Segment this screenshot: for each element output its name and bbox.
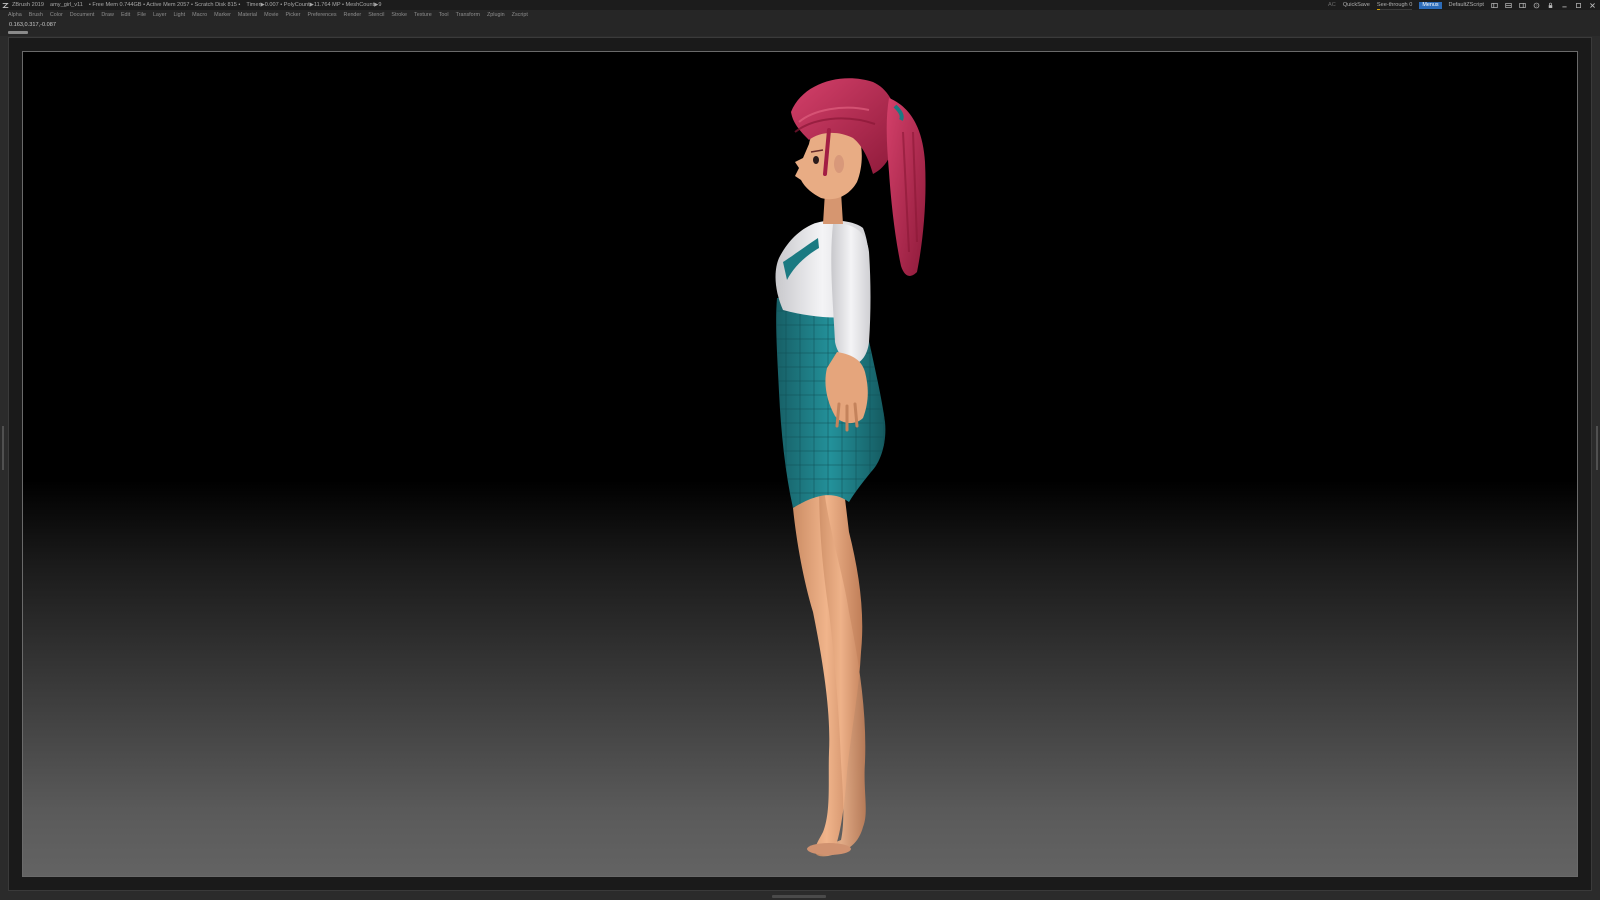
menus-toggle-button[interactable]: Menus bbox=[1419, 1, 1442, 9]
menu-item-draw[interactable]: Draw bbox=[101, 12, 114, 18]
menu-item-material[interactable]: Material bbox=[238, 12, 257, 18]
see-through-label: See-through bbox=[1376, 1, 1408, 8]
menu-item-stencil[interactable]: Stencil bbox=[368, 12, 384, 18]
info-bar: 0.163,0.317,-0.087 bbox=[0, 20, 1600, 36]
svg-text:?: ? bbox=[1536, 3, 1538, 7]
layout-icon[interactable] bbox=[1505, 2, 1512, 9]
menu-item-zplugin[interactable]: Zplugin bbox=[487, 12, 505, 18]
titlebar-right-group: AC QuickSave See-through 0 Menus Default… bbox=[1328, 0, 1596, 10]
character-model[interactable] bbox=[23, 52, 1578, 877]
menu-item-zscript[interactable]: Zscript bbox=[512, 12, 528, 18]
app-name: ZBrush 2019 bbox=[12, 2, 45, 8]
bottom-edge-handle[interactable] bbox=[772, 895, 826, 898]
menu-item-file[interactable]: File bbox=[137, 12, 146, 18]
zbrush-logo-icon bbox=[2, 2, 9, 8]
menu-item-render[interactable]: Render bbox=[344, 12, 362, 18]
memory-stats: • Free Mem 0.744GB • Active Mem 2057 • S… bbox=[88, 2, 241, 8]
menu-item-layer[interactable]: Layer bbox=[153, 12, 167, 18]
close-icon[interactable] bbox=[1589, 2, 1596, 9]
menu-item-light[interactable]: Light bbox=[173, 12, 185, 18]
layout-icon[interactable] bbox=[1491, 2, 1498, 9]
ac-button[interactable]: AC bbox=[1328, 2, 1336, 8]
menu-item-edit[interactable]: Edit bbox=[121, 12, 130, 18]
menu-item-stroke[interactable]: Stroke bbox=[391, 12, 407, 18]
right-edge-handle[interactable] bbox=[1596, 426, 1598, 470]
menu-item-tool[interactable]: Tool bbox=[439, 12, 449, 18]
default-zscript-button[interactable]: DefaultZScript bbox=[1449, 2, 1484, 8]
menu-item-marker[interactable]: Marker bbox=[214, 12, 231, 18]
file-name: amy_girl_v11 bbox=[50, 2, 83, 8]
lock-icon[interactable] bbox=[1547, 2, 1554, 9]
menu-item-document[interactable]: Document bbox=[70, 12, 95, 18]
main-menu-bar: Alpha Brush Color Document Draw Edit File Layer… bbox=[0, 10, 1600, 20]
quicksave-button[interactable]: QuickSave bbox=[1343, 2, 1370, 8]
see-through-slider[interactable]: See-through 0 bbox=[1376, 1, 1413, 10]
menu-item-alpha[interactable]: Alpha bbox=[8, 12, 22, 18]
menu-item-color[interactable]: Color bbox=[50, 12, 63, 18]
layout-icon[interactable] bbox=[1519, 2, 1526, 9]
menu-item-texture[interactable]: Texture bbox=[414, 12, 432, 18]
menu-item-brush[interactable]: Brush bbox=[29, 12, 43, 18]
maximize-icon[interactable] bbox=[1575, 2, 1582, 9]
document-canvas[interactable] bbox=[22, 51, 1578, 877]
left-edge-handle[interactable] bbox=[2, 426, 4, 470]
viewport-frame bbox=[8, 37, 1592, 891]
menu-item-preferences[interactable]: Preferences bbox=[307, 12, 336, 18]
legs bbox=[791, 482, 866, 857]
menu-item-picker[interactable]: Picker bbox=[285, 12, 300, 18]
menu-item-transform[interactable]: Transform bbox=[456, 12, 480, 18]
timer-stats: Timer▶0.007 • PolyCount▶11.764 MP • Mesh… bbox=[246, 2, 382, 8]
info-slider[interactable] bbox=[8, 31, 28, 34]
see-through-value: 0 bbox=[1409, 1, 1413, 8]
menu-item-macro[interactable]: Macro bbox=[192, 12, 207, 18]
title-bar: ZBrush 2019 amy_girl_v11 • Free Mem 0.74… bbox=[0, 0, 1600, 10]
help-icon[interactable]: ? bbox=[1533, 2, 1540, 9]
minimize-icon[interactable] bbox=[1561, 2, 1568, 9]
menu-item-movie[interactable]: Movie bbox=[264, 12, 278, 18]
cursor-coordinates: 0.163,0.317,-0.087 bbox=[9, 22, 56, 28]
